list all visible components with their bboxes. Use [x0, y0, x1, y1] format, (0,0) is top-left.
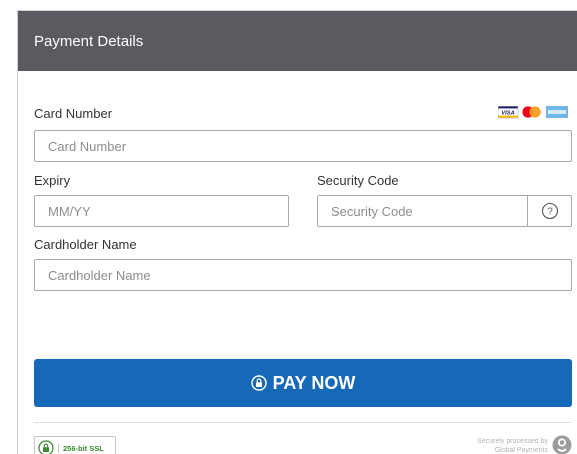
cardholder-field[interactable]: [34, 259, 572, 291]
expiry-input[interactable]: [35, 196, 288, 226]
footer-divider: [34, 422, 572, 423]
global-payments-logo: [552, 435, 572, 454]
amex-icon: [546, 106, 568, 118]
security-code-help-button[interactable]: ?: [527, 196, 571, 226]
ssl-badge: 256-bit SSL: [34, 436, 116, 454]
accepted-cards: VISA: [497, 105, 572, 119]
pay-now-label: PAY NOW: [272, 372, 356, 393]
ssl-lock-icon: [38, 440, 54, 454]
mastercard-icon: [522, 106, 541, 118]
security-code-field[interactable]: ?: [317, 195, 572, 227]
svg-text:?: ?: [547, 207, 553, 218]
visa-icon: VISA: [497, 105, 519, 119]
visa-text: VISA: [501, 111, 515, 117]
help-icon: ?: [541, 202, 558, 220]
expiry-label: Expiry: [34, 173, 71, 188]
lock-icon: [250, 375, 267, 391]
security-code-label: Security Code: [317, 173, 399, 188]
payment-form: Payment Details Card Number VISA Expiry: [17, 10, 577, 454]
secure-processing-text: Securely processed by Global Payments: [418, 437, 548, 454]
ssl-badge-text: 256-bit SSL: [58, 443, 104, 453]
cardholder-input[interactable]: [35, 260, 571, 290]
secure-text-line1: Securely processed by: [477, 438, 548, 445]
security-code-input[interactable]: [318, 196, 528, 226]
card-number-label: Card Number: [34, 106, 113, 121]
cardholder-label: Cardholder Name: [34, 237, 137, 252]
card-number-input[interactable]: [35, 131, 571, 161]
secure-text-line2: Global Payments: [494, 447, 548, 454]
payment-title: Payment Details: [34, 33, 144, 50]
expiry-field[interactable]: [34, 195, 289, 227]
pay-now-button[interactable]: PAY NOW: [34, 359, 572, 407]
card-number-field[interactable]: [34, 130, 572, 162]
payment-header: Payment Details: [18, 11, 577, 71]
